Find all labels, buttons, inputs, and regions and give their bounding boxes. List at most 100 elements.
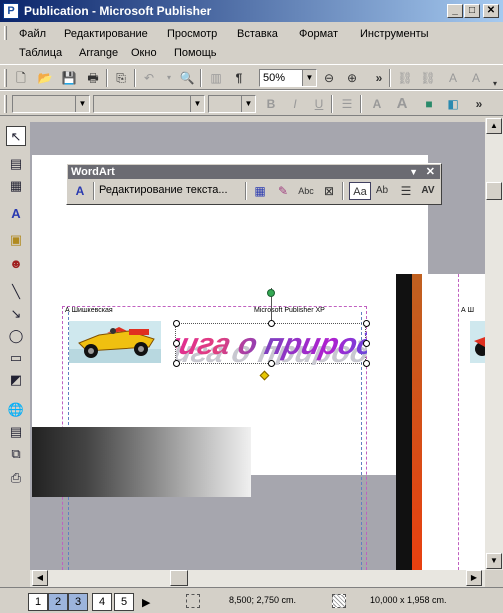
- print-preview-icon[interactable]: 🖶: [84, 69, 102, 87]
- font-select[interactable]: ▼: [93, 95, 205, 113]
- alignment-icon[interactable]: ☰: [397, 182, 415, 200]
- insert-table-icon[interactable]: ▦: [6, 176, 26, 196]
- underline-icon[interactable]: U: [310, 95, 328, 113]
- text-box-icon[interactable]: ▤: [6, 154, 26, 174]
- handle-sw[interactable]: [173, 360, 180, 367]
- toolbar-close-icon[interactable]: ✕: [426, 165, 435, 179]
- zoom-out-icon[interactable]: ⊖: [320, 69, 338, 87]
- toolbar-overflow-icon[interactable]: »: [370, 69, 388, 87]
- handle-n[interactable]: [268, 320, 275, 327]
- scroll-up-icon[interactable]: ▲: [486, 118, 502, 134]
- menubar-grip[interactable]: [4, 26, 7, 40]
- menu-format[interactable]: Формат: [296, 27, 341, 41]
- vertical-scroll-thumb[interactable]: [486, 182, 502, 200]
- link-icon[interactable]: ⛓: [396, 69, 414, 87]
- style-select[interactable]: ▼: [12, 95, 90, 113]
- toolbar-options-icon[interactable]: ▼: [409, 165, 418, 179]
- handle-s[interactable]: [268, 360, 275, 367]
- handle-ne[interactable]: [363, 320, 370, 327]
- next-page-icon[interactable]: ▶: [142, 596, 150, 609]
- character-spacing-icon[interactable]: AV: [419, 182, 437, 200]
- undo-dropdown-icon[interactable]: ▾: [160, 69, 178, 87]
- rotate-handle[interactable]: [267, 289, 275, 297]
- toolbar-grip[interactable]: [4, 95, 7, 113]
- zoom-in-icon[interactable]: ⊕: [343, 69, 361, 87]
- align-icon[interactable]: ☰: [338, 95, 356, 113]
- fill-color-icon[interactable]: ■: [420, 95, 438, 113]
- menu-insert[interactable]: Вставка: [234, 27, 281, 41]
- menu-view[interactable]: Просмотр: [164, 27, 220, 41]
- menu-window[interactable]: Окно: [128, 46, 160, 60]
- scroll-right-icon[interactable]: ▶: [466, 570, 482, 586]
- handle-e[interactable]: [363, 340, 370, 347]
- edit-text-button[interactable]: Редактирование текста...: [99, 184, 228, 196]
- show-formatting-icon[interactable]: ¶: [230, 69, 248, 87]
- form-control-icon[interactable]: ▤: [6, 422, 26, 442]
- bold-icon[interactable]: B: [262, 95, 280, 113]
- save-icon[interactable]: 💾: [60, 69, 78, 87]
- autoshapes-icon[interactable]: ◩: [6, 370, 26, 390]
- new-icon[interactable]: 🗋: [12, 69, 30, 87]
- minimize-button[interactable]: _: [447, 4, 463, 18]
- hot-spot-icon[interactable]: 🌐: [6, 400, 26, 420]
- handle-se[interactable]: [363, 360, 370, 367]
- copy-icon[interactable]: ⎘: [112, 69, 130, 87]
- increase-font-icon[interactable]: A: [393, 95, 411, 113]
- menu-arrange[interactable]: Arrange: [76, 46, 121, 60]
- wordart-shape-icon[interactable]: Abc: [297, 182, 315, 200]
- text-frame-icon[interactable]: A: [444, 69, 462, 87]
- line-icon[interactable]: ╲: [6, 282, 26, 302]
- html-fragment-icon[interactable]: ⧉: [6, 444, 26, 464]
- page-4[interactable]: [458, 274, 485, 570]
- zoom-dropdown-icon[interactable]: ▼: [302, 70, 316, 86]
- page-tab-1[interactable]: 1: [28, 593, 48, 611]
- close-button[interactable]: ✕: [483, 4, 499, 18]
- insert-wordart-icon[interactable]: A: [6, 204, 26, 224]
- text-frame-2-icon[interactable]: A: [467, 69, 485, 87]
- oval-icon[interactable]: ◯: [6, 326, 26, 346]
- zoom-select[interactable]: 50% ▼: [259, 69, 317, 87]
- handle-nw[interactable]: [173, 320, 180, 327]
- 3d-style-icon[interactable]: ◧: [444, 95, 462, 113]
- arrow-icon[interactable]: ↘: [6, 304, 26, 324]
- picture-frame-icon[interactable]: ▣: [6, 230, 26, 250]
- maximize-button[interactable]: □: [464, 4, 480, 18]
- wordart-toolbar-header[interactable]: WordArt ▼ ✕: [68, 165, 440, 179]
- format-overflow-icon[interactable]: »: [470, 95, 488, 113]
- page-tab-3[interactable]: 3: [68, 593, 88, 611]
- horizontal-scroll-thumb[interactable]: [170, 570, 188, 586]
- publisher-icon[interactable]: P: [3, 3, 19, 19]
- select-pointer-icon[interactable]: ↖: [6, 126, 26, 146]
- unlink-icon[interactable]: ⛓: [419, 69, 437, 87]
- scroll-down-icon[interactable]: ▼: [486, 553, 502, 569]
- handle-w[interactable]: [173, 340, 180, 347]
- scroll-left-icon[interactable]: ◀: [32, 570, 48, 586]
- page-tab-4[interactable]: 4: [92, 593, 112, 611]
- decrease-font-icon[interactable]: A: [368, 95, 386, 113]
- clip-art-icon[interactable]: ☻: [6, 254, 26, 274]
- menu-table[interactable]: Таблица: [16, 46, 65, 60]
- rectangle-icon[interactable]: ▭: [6, 348, 26, 368]
- race-car-clipart[interactable]: [69, 321, 161, 363]
- undo-icon[interactable]: ↶: [140, 69, 158, 87]
- design-gallery-icon[interactable]: ⎙: [6, 468, 26, 488]
- columns-icon[interactable]: ▥: [207, 69, 225, 87]
- page-3[interactable]: [422, 274, 458, 570]
- wordart-object[interactable]: Книга о природе Книга о природе: [175, 323, 367, 365]
- page-tab-5[interactable]: 5: [114, 593, 134, 611]
- menu-edit[interactable]: Редактирование: [61, 27, 151, 41]
- page-tab-2[interactable]: 2: [48, 593, 68, 611]
- format-wordart-icon[interactable]: ✎: [274, 182, 292, 200]
- menu-help[interactable]: Помощь: [171, 46, 220, 60]
- insert-wordart-icon[interactable]: A: [71, 182, 89, 200]
- open-icon[interactable]: 📂: [36, 69, 54, 87]
- menu-file[interactable]: Файл: [16, 27, 49, 41]
- italic-icon[interactable]: I: [286, 95, 304, 113]
- font-size-select[interactable]: ▼: [208, 95, 256, 113]
- format-painter-icon[interactable]: 🔍: [178, 69, 196, 87]
- text-wrapping-icon[interactable]: ⊠: [320, 182, 338, 200]
- vertical-text-icon[interactable]: Ab: [373, 182, 391, 200]
- gradient-image[interactable]: [32, 427, 251, 497]
- vertical-scrollbar[interactable]: ▲ ▼: [485, 118, 503, 570]
- horizontal-scrollbar[interactable]: ◀ ▶: [30, 570, 485, 587]
